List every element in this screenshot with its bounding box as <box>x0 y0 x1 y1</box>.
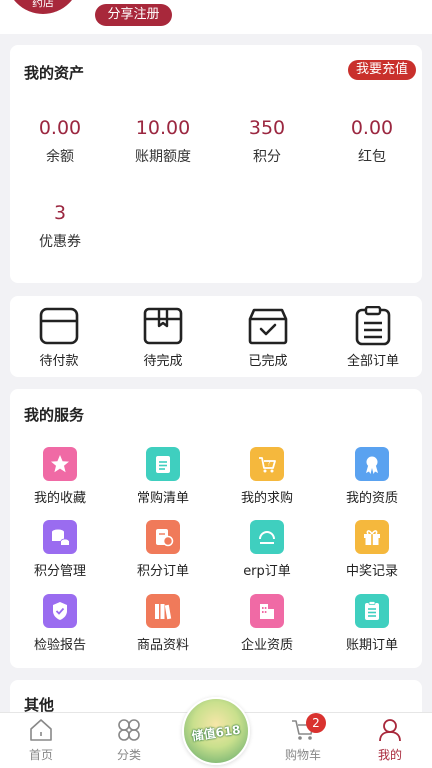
tab-label: 购物车 <box>284 748 321 762</box>
order-label: 待完成 <box>143 354 183 369</box>
service-label: 积分管理 <box>33 564 86 579</box>
service-prize-records[interactable]: 中奖记录 <box>322 520 422 579</box>
asset-label: 优惠券 <box>39 234 81 250</box>
asset-value: 0.00 <box>38 117 82 139</box>
order-all[interactable]: 全部订单 <box>328 306 418 369</box>
asset-label: 积分 <box>253 149 281 165</box>
asset-red-packet[interactable]: 0.00 红包 <box>322 117 422 166</box>
orders-card: 待付款 待完成 已完成 全部订单 <box>10 296 422 377</box>
wallet-icon <box>39 307 79 345</box>
service-label: 账期订单 <box>345 638 398 653</box>
category-icon <box>118 719 140 741</box>
tab-label: 首页 <box>28 748 53 762</box>
asset-credit-limit[interactable]: 10.00 账期额度 <box>113 117 213 166</box>
service-label: 企业资质 <box>240 638 293 653</box>
clipboard-list-icon <box>355 306 391 346</box>
service-enterprise-qualifications[interactable]: 企业资质 <box>217 594 317 653</box>
services-card: 我的服务 我的收藏 常购清单 ? 我的求购 我的资质 积分管理 积分订单 erp… <box>10 389 422 668</box>
order-completed[interactable]: 已完成 <box>223 306 313 369</box>
service-label: 检验报告 <box>33 638 86 653</box>
tab-label: 我的 <box>377 748 402 762</box>
service-my-qualifications[interactable]: 我的资质 <box>322 447 422 506</box>
assets-card: 我的资产 我要充值 0.00 余额 10.00 账期额度 350 积分 0.00… <box>10 45 422 283</box>
order-to-complete[interactable]: 待完成 <box>118 306 208 369</box>
cart-question-icon: ? <box>250 447 284 481</box>
service-points-orders[interactable]: 积分订单 <box>113 520 213 579</box>
order-label: 待付款 <box>39 354 79 369</box>
service-label: 我的求购 <box>240 491 293 506</box>
home-icon <box>30 719 52 741</box>
tab-category[interactable]: 分类 <box>94 717 164 763</box>
service-label: 商品资料 <box>136 638 189 653</box>
promo-button[interactable]: 储值618 <box>182 697 250 765</box>
order-pending-payment[interactable]: 待付款 <box>14 306 104 369</box>
erp-icon <box>250 520 284 554</box>
service-favorites[interactable]: 我的收藏 <box>10 447 110 506</box>
tab-home[interactable]: 首页 <box>6 717 76 763</box>
shield-check-icon <box>43 594 77 628</box>
asset-value: 10.00 <box>135 117 191 139</box>
asset-value: 3 <box>53 202 67 224</box>
asset-coupons[interactable]: 3 优惠券 <box>10 202 110 251</box>
service-erp-orders[interactable]: erp订单 <box>217 520 317 579</box>
asset-label: 余额 <box>46 149 74 165</box>
promo-label: 储值618 <box>190 722 242 744</box>
share-register-button[interactable]: 分享注册 <box>95 4 172 26</box>
service-product-info[interactable]: 商品资料 <box>113 594 213 653</box>
gift-icon <box>355 520 389 554</box>
service-my-requests[interactable]: ? 我的求购 <box>217 447 317 506</box>
service-inspection-reports[interactable]: 检验报告 <box>10 594 110 653</box>
service-label: 我的资质 <box>345 491 398 506</box>
cart-badge: 2 <box>306 713 326 733</box>
asset-label: 红包 <box>358 149 386 165</box>
service-label: erp订单 <box>243 564 291 579</box>
service-label: 常购清单 <box>136 491 189 506</box>
list-icon <box>146 447 180 481</box>
order-label: 已完成 <box>248 354 288 369</box>
books-icon <box>146 594 180 628</box>
building-icon <box>250 594 284 628</box>
points-order-icon <box>146 520 180 554</box>
store-label: 药店 <box>32 0 54 9</box>
tab-cart[interactable]: 2 购物车 <box>268 713 338 763</box>
recharge-button[interactable]: 我要充值 <box>347 60 416 80</box>
assets-title: 我的资产 <box>24 64 85 82</box>
asset-label: 账期额度 <box>135 149 191 165</box>
tab-label: 分类 <box>116 748 141 762</box>
asset-balance[interactable]: 0.00 余额 <box>10 117 110 166</box>
asset-points[interactable]: 350 积分 <box>217 117 317 166</box>
asset-value: 350 <box>248 117 286 139</box>
services-title: 我的服务 <box>24 406 85 424</box>
service-label: 我的收藏 <box>33 491 86 506</box>
coins-icon <box>43 520 77 554</box>
certificate-icon <box>355 447 389 481</box>
star-icon <box>43 447 77 481</box>
package-icon <box>143 307 183 345</box>
service-label: 中奖记录 <box>345 564 398 579</box>
service-credit-orders[interactable]: 账期订单 <box>322 594 422 653</box>
service-points-management[interactable]: 积分管理 <box>10 520 110 579</box>
order-label: 全部订单 <box>346 354 399 369</box>
box-check-icon <box>248 308 288 345</box>
tab-mine[interactable]: 我的 <box>355 717 425 763</box>
asset-value: 0.00 <box>350 117 394 139</box>
ledger-icon <box>355 594 389 628</box>
svg-text:?: ? <box>267 461 270 468</box>
service-frequent-list[interactable]: 常购清单 <box>113 447 213 506</box>
service-label: 积分订单 <box>136 564 189 579</box>
user-icon <box>379 719 401 742</box>
